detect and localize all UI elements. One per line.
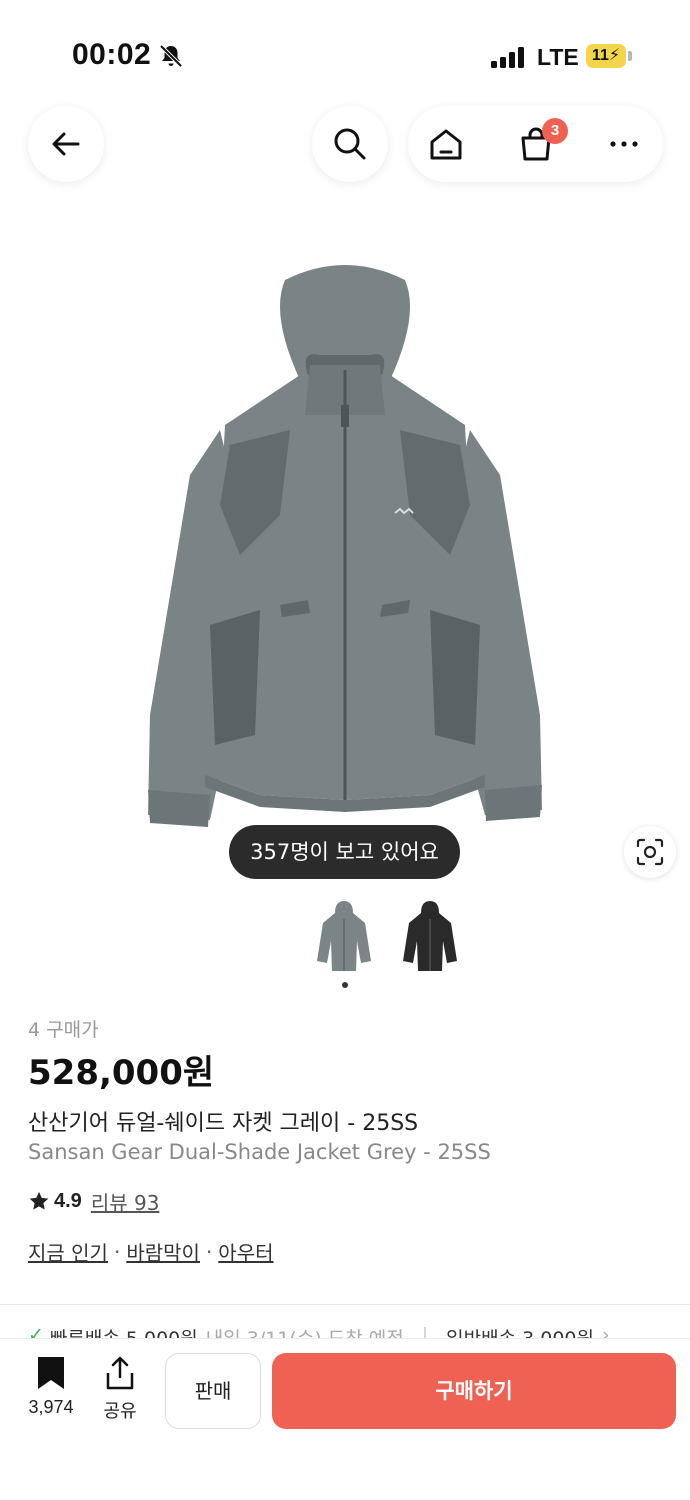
home-button[interactable] — [424, 122, 468, 166]
star-icon — [29, 1191, 49, 1210]
divider — [0, 1304, 690, 1305]
category-tags: 지금 인기 · 바람막이 · 아우터 — [28, 1237, 274, 1266]
image-search-button[interactable] — [624, 826, 676, 878]
bottom-action-bar: 3,974 공유 판매 구매하기 — [0, 1338, 690, 1500]
rating-row: 4.9 리뷰 93 — [28, 1186, 159, 1216]
product-name-english: Sansan Gear Dual-Shade Jacket Grey - 25S… — [28, 1140, 491, 1164]
product-image[interactable] — [140, 255, 550, 830]
back-button[interactable] — [28, 106, 104, 182]
tag-windbreaker[interactable]: 바람막이 — [126, 1237, 200, 1266]
status-time: 00:02 — [72, 38, 152, 71]
share-button[interactable]: 공유 — [96, 1355, 144, 1422]
thumbnail-grey[interactable] — [312, 895, 376, 975]
share-label: 공유 — [103, 1401, 137, 1422]
buyer-price-label: 4 구매가 — [28, 1019, 99, 1041]
bookmark-count: 3,974 — [28, 1397, 74, 1417]
price: 528,000원 — [28, 1053, 215, 1093]
more-button[interactable] — [602, 122, 646, 166]
battery-icon: 11⚡ — [586, 44, 626, 68]
rating-value: 4.9 — [54, 1189, 82, 1212]
tag-separator: · — [113, 1239, 121, 1264]
battery-label: 11 — [591, 47, 609, 64]
carousel-dot-active — [342, 982, 348, 988]
network-label: LTE — [537, 44, 579, 70]
more-icon — [610, 141, 638, 147]
back-arrow-icon — [52, 132, 80, 156]
thumbnail-black[interactable] — [398, 895, 462, 975]
bookmark-icon — [38, 1357, 64, 1389]
check-icon: ✓ — [28, 1326, 44, 1338]
search-button[interactable] — [312, 106, 388, 182]
bookmark-button[interactable]: 3,974 — [20, 1355, 82, 1421]
normal-delivery-label: 일반배송 3,000원 — [446, 1326, 594, 1338]
review-link[interactable]: 리뷰 93 — [91, 1187, 160, 1216]
delivery-separator: | — [421, 1326, 429, 1338]
viewers-count-pill: 357명이 보고 있어요 — [229, 825, 460, 879]
cart-count-badge: 3 — [542, 118, 568, 144]
nav-button-group: 3 — [408, 106, 663, 182]
tag-outerwear[interactable]: 아우터 — [218, 1237, 273, 1266]
scan-icon — [636, 838, 664, 866]
status-bar: 00:02 LTE 11⚡ — [0, 0, 690, 100]
chevron-right-icon: › — [602, 1326, 610, 1338]
search-icon — [334, 128, 366, 160]
tag-trending[interactable]: 지금 인기 — [28, 1237, 108, 1266]
fast-delivery-detail: 내일 3/11(수) 도착 예정 — [206, 1326, 404, 1338]
share-icon — [106, 1356, 134, 1390]
sell-button[interactable]: 판매 — [165, 1353, 261, 1429]
product-name-korean: 산산기어 듀얼-쉐이드 자켓 그레이 - 25SS — [28, 1111, 419, 1136]
fast-delivery-label: 빠른배송 5,000원 — [50, 1326, 198, 1338]
battery-tip — [628, 51, 632, 61]
buy-button[interactable]: 구매하기 — [272, 1353, 676, 1429]
home-icon — [430, 129, 462, 160]
tag-separator: · — [205, 1239, 213, 1264]
bell-off-icon — [159, 44, 183, 68]
charging-icon: ⚡ — [608, 47, 621, 64]
signal-icon — [491, 47, 524, 68]
delivery-options[interactable]: ✓ 빠른배송 5,000원 내일 3/11(수) 도착 예정 | 일반배송 3,… — [28, 1326, 690, 1338]
